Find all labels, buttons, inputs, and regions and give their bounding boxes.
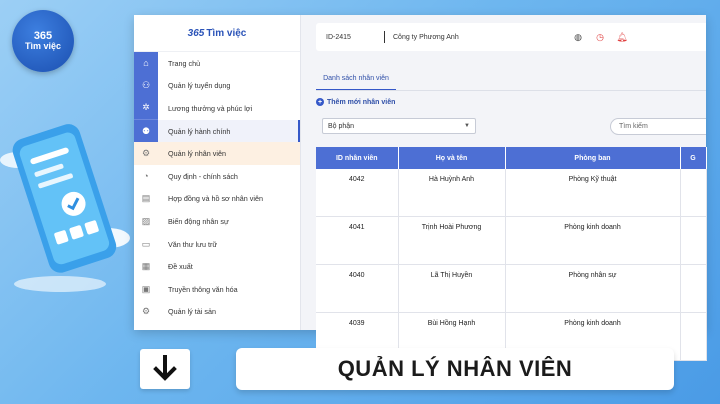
sidebar-item-label: Quy định - chính sách xyxy=(168,171,238,181)
cell-extra xyxy=(680,312,707,361)
company-name: Công ty Phương Anh xyxy=(393,33,459,41)
user-id: ID-2415 xyxy=(326,33,351,41)
sidebar-item-policies[interactable]: ◔ Quy định - chính sách xyxy=(134,165,300,188)
sidebar-item-payroll[interactable]: ✲ Lương thưởng và phúc lợi xyxy=(134,96,300,121)
chevron-down-icon: ▼ xyxy=(464,123,470,129)
archive-icon: ▭ xyxy=(141,238,151,249)
sidebar-item-label: Trang chủ xyxy=(168,58,201,68)
employee-table: ID nhân viên Họ và tên Phòng ban G 4042 … xyxy=(316,147,707,361)
sidebar-item-archive[interactable]: ▭ Văn thư lưu trữ xyxy=(134,233,300,256)
sidebar-item-administration[interactable]: ⚉ Quản lý hành chính xyxy=(134,119,300,143)
tab-employee-list[interactable]: Danh sách nhân viên xyxy=(316,67,396,91)
sidebar-item-label: Lương thưởng và phúc lợi xyxy=(168,103,253,113)
department-select[interactable]: Bộ phận ▼ xyxy=(322,118,476,134)
employee-icon: ⚙ xyxy=(141,148,151,159)
sidebar-item-label: Biến động nhân sự xyxy=(168,216,229,226)
sidebar-item-proposals[interactable]: ▦ Đề xuất xyxy=(134,255,300,278)
cell-department: Phòng Kỹ thuật xyxy=(505,169,681,217)
app-window: 365 Tìm việc ⌂ Trang chủ ⚇ Quản lý tuyển… xyxy=(134,15,707,361)
asset-icon: ⚙ xyxy=(141,306,151,317)
column-header-extra[interactable]: G xyxy=(680,147,707,169)
proposal-icon: ▦ xyxy=(141,261,151,272)
sidebar-item-home[interactable]: ⌂ Trang chủ xyxy=(134,51,300,76)
media-icon: ▣ xyxy=(141,283,151,294)
sidebar-item-recruitment[interactable]: ⚇ Quản lý tuyển dụng xyxy=(134,74,300,98)
sidebar-item-label: Hợp đồng và hồ sơ nhân viên xyxy=(168,194,263,204)
policy-icon: ◔ xyxy=(143,171,149,182)
cell-extra xyxy=(680,216,707,265)
cell-extra xyxy=(680,264,707,313)
table-row[interactable]: 4040 Lã Thị Huyền Phòng nhân sự xyxy=(316,264,707,313)
cell-id: 4041 xyxy=(316,216,399,265)
clock-icon[interactable]: ◷ xyxy=(593,32,607,43)
banner-title: QUẢN LÝ NHÂN VIÊN xyxy=(236,348,674,390)
bell-icon[interactable]: 🔔︎ xyxy=(615,32,629,43)
logo-text: Tìm việc xyxy=(24,41,62,52)
sidebar-item-label: Quản lý tài sản xyxy=(168,307,216,317)
home-icon: ⌂ xyxy=(134,51,158,76)
column-header-name[interactable]: Họ và tên xyxy=(398,147,506,169)
contract-icon: ▤ xyxy=(141,193,151,204)
table-row[interactable]: 4041 Trịnh Hoài Phương Phòng kinh doanh xyxy=(316,216,707,265)
cell-department: Phòng nhân sự xyxy=(505,264,681,313)
cell-id: 4040 xyxy=(316,264,399,313)
plus-icon: + xyxy=(316,98,324,106)
department-select-value: Bộ phận xyxy=(328,122,355,130)
sidebar-item-label: Quản lý hành chính xyxy=(168,126,231,136)
cell-name: Lã Thị Huyền xyxy=(398,264,506,313)
brand-text: Tìm việc xyxy=(206,27,247,39)
change-icon: ▨ xyxy=(141,215,151,226)
cell-name: Hà Huỳnh Anh xyxy=(398,169,506,217)
settings-icon: ✲ xyxy=(134,96,158,121)
search-input[interactable]: Tìm kiếm xyxy=(610,118,706,135)
sidebar-item-culture[interactable]: ▣ Truyền thông văn hóa xyxy=(134,278,300,301)
sidebar-item-assets[interactable]: ⚙ Quản lý tài sản xyxy=(134,301,300,324)
cell-extra xyxy=(680,169,707,217)
table-header-row: ID nhân viên Họ và tên Phòng ban G xyxy=(316,147,707,169)
brand-number: 365 xyxy=(187,27,205,39)
column-header-department[interactable]: Phòng ban xyxy=(505,147,681,169)
sidebar-item-label: Quản lý nhân viên xyxy=(168,149,226,159)
search-placeholder: Tìm kiếm xyxy=(619,123,648,130)
cell-id: 4042 xyxy=(316,169,399,217)
sidebar: 365 Tìm việc ⌂ Trang chủ ⚇ Quản lý tuyển… xyxy=(134,15,301,330)
add-employee-label: Thêm mới nhân viên xyxy=(327,98,396,106)
sidebar-item-label: Đề xuất xyxy=(168,262,193,272)
download-button[interactable] xyxy=(140,349,190,389)
tab-divider xyxy=(316,90,706,91)
header-bar: ID-2415 Công ty Phương Anh ◍ ◷ 🔔︎ xyxy=(316,23,706,51)
phone-illustration xyxy=(0,124,130,292)
add-employee-button[interactable]: + Thêm mới nhân viên xyxy=(316,98,395,106)
users-icon: ⚇ xyxy=(134,74,158,98)
sidebar-item-hr-changes[interactable]: ▨ Biến động nhân sự xyxy=(134,210,300,233)
sidebar-nav: ⌂ Trang chủ ⚇ Quản lý tuyển dụng ✲ Lương… xyxy=(134,51,300,324)
table-row[interactable]: 4042 Hà Huỳnh Anh Phòng Kỹ thuật xyxy=(316,169,707,217)
sidebar-item-label: Văn thư lưu trữ xyxy=(168,239,218,249)
cell-name: Trịnh Hoài Phương xyxy=(398,216,506,265)
chat-icon[interactable]: ◍ xyxy=(571,32,585,43)
sidebar-item-label: Quản lý tuyển dụng xyxy=(168,81,231,91)
sidebar-item-employees[interactable]: ⚙ Quản lý nhân viên xyxy=(134,142,300,165)
cell-department: Phòng kinh doanh xyxy=(505,216,681,265)
header-divider xyxy=(384,31,385,43)
sidebar-item-label: Truyền thông văn hóa xyxy=(168,284,238,294)
group-icon: ⚉ xyxy=(134,119,158,143)
arrow-down-icon xyxy=(153,355,177,381)
column-header-id[interactable]: ID nhân viên xyxy=(316,147,399,169)
site-logo: 365 Tìm việc xyxy=(12,10,74,72)
brand-logo[interactable]: 365 Tìm việc xyxy=(134,15,300,52)
sidebar-item-contracts[interactable]: ▤ Hợp đồng và hồ sơ nhân viên xyxy=(134,188,300,211)
